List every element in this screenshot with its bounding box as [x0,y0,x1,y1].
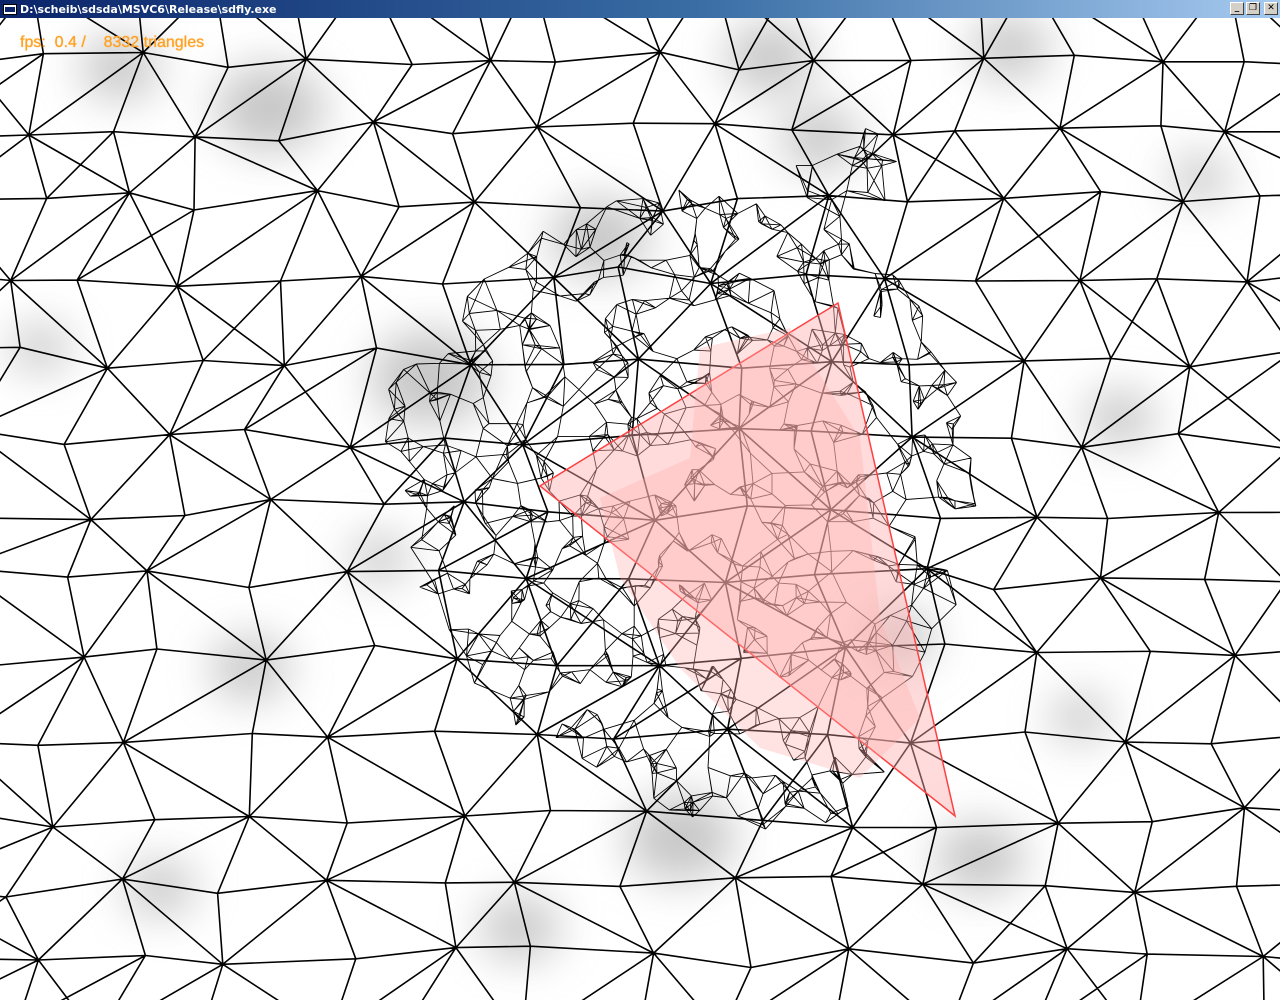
render-viewport[interactable]: fps: 0.4 / 8332 triangles [0,18,1280,1000]
frustum-highlight [600,328,920,778]
minimize-button[interactable]: _ [1230,2,1244,15]
terrain-wireframe [0,18,1280,1000]
restore-button[interactable]: ❐ [1246,2,1260,15]
fps-triangle-counter: fps: 0.4 / 8332 triangles [20,34,205,51]
app-icon[interactable] [3,3,17,15]
window-title: D:\scheib\sdsda\MSVC6\Release\sdfly.exe [20,2,277,16]
title-bar[interactable]: D:\scheib\sdsda\MSVC6\Release\sdfly.exe … [0,0,1280,18]
close-button[interactable]: ✕ [1264,2,1278,15]
window-controls: _ ❐ ✕ [1230,2,1278,15]
